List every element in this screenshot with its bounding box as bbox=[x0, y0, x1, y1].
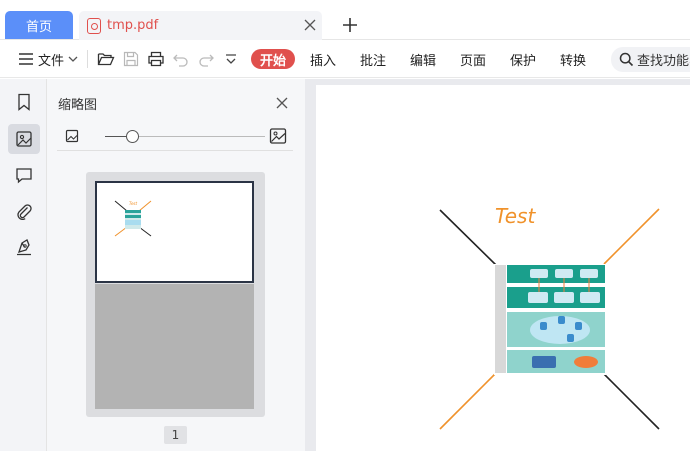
search-input[interactable]: 查找功能、 bbox=[611, 47, 690, 72]
thumbnail-panel: 缩略图 Test 1 bbox=[47, 79, 305, 451]
page-thumbnail[interactable]: Test bbox=[86, 172, 265, 417]
file-menu-button[interactable]: 文件 bbox=[37, 40, 65, 78]
tab-home[interactable]: 首页 bbox=[5, 11, 73, 39]
pdf-file-icon bbox=[87, 17, 101, 34]
zoom-out-image-icon[interactable] bbox=[65, 129, 79, 143]
search-icon bbox=[619, 52, 634, 67]
panel-title: 缩略图 bbox=[58, 98, 98, 113]
rail-attachment-button[interactable] bbox=[8, 196, 40, 226]
comment-icon bbox=[16, 168, 32, 184]
toolbar-divider bbox=[87, 50, 88, 68]
undo-icon[interactable] bbox=[172, 50, 190, 68]
zoom-slider-handle[interactable] bbox=[126, 130, 139, 143]
thumbnail-zoom-row bbox=[57, 121, 293, 151]
rail-thumbnail-button[interactable] bbox=[8, 124, 40, 154]
print-icon[interactable] bbox=[147, 50, 165, 68]
thumbnail-empty-area bbox=[95, 284, 254, 409]
tab-page[interactable]: 页面 bbox=[457, 40, 489, 78]
more-tools-icon[interactable] bbox=[222, 50, 240, 68]
architecture-diagram-image bbox=[494, 264, 606, 375]
svg-text:Test: Test bbox=[129, 201, 137, 206]
thumbnail-diagram-preview: Test bbox=[114, 200, 152, 237]
zoom-in-image-icon[interactable] bbox=[269, 127, 287, 145]
tab-insert[interactable]: 插入 bbox=[307, 40, 339, 78]
search-placeholder: 查找功能、 bbox=[637, 54, 690, 69]
save-icon[interactable] bbox=[122, 50, 140, 68]
tab-bar: 首页 tmp.pdf bbox=[0, 0, 690, 40]
tab-protect[interactable]: 保护 bbox=[507, 40, 539, 78]
rail-bookmark-button[interactable] bbox=[8, 87, 40, 117]
bookmark-icon bbox=[18, 93, 30, 111]
open-folder-icon[interactable] bbox=[97, 50, 115, 68]
tab-document[interactable]: tmp.pdf bbox=[79, 11, 322, 40]
tab-annotate[interactable]: 批注 bbox=[357, 40, 389, 78]
thumbnail-icon bbox=[16, 131, 32, 147]
redo-icon[interactable] bbox=[197, 50, 215, 68]
page-diagram bbox=[439, 208, 660, 430]
thumbnail-page-preview: Test bbox=[95, 181, 254, 283]
hamburger-menu-icon[interactable] bbox=[17, 50, 35, 68]
chevron-down-icon[interactable] bbox=[66, 50, 80, 68]
new-tab-icon[interactable] bbox=[340, 15, 360, 35]
signature-icon bbox=[17, 239, 31, 256]
tab-document-label: tmp.pdf bbox=[107, 18, 159, 33]
rail-comment-button[interactable] bbox=[8, 160, 40, 190]
close-tab-icon[interactable] bbox=[302, 17, 318, 33]
tab-start[interactable]: 开始 bbox=[251, 49, 295, 69]
rail-signature-button[interactable] bbox=[8, 232, 40, 262]
annotation-text[interactable]: Test bbox=[495, 204, 535, 228]
tab-edit[interactable]: 编辑 bbox=[407, 40, 439, 78]
close-panel-icon[interactable] bbox=[275, 96, 289, 110]
attachment-icon bbox=[17, 204, 32, 220]
left-rail bbox=[0, 79, 47, 451]
tab-convert[interactable]: 转换 bbox=[557, 40, 589, 78]
page-number-label: 1 bbox=[164, 426, 187, 444]
